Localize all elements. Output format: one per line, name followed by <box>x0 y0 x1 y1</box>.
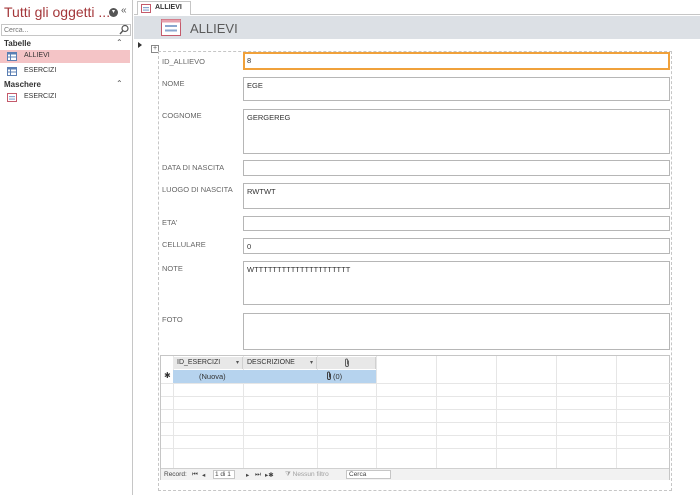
first-record-button[interactable]: ⏮ <box>192 471 198 479</box>
form-icon <box>141 4 151 13</box>
form-icon <box>161 19 181 36</box>
record-selector[interactable] <box>134 39 146 495</box>
nav-group-tabelle[interactable]: Tabelle ⌃ <box>0 38 133 50</box>
sort-dropdown-icon[interactable]: ▾ <box>310 357 313 369</box>
tab-label: ALLIEVI <box>155 4 182 11</box>
chevron-up-icon[interactable]: ⌃ <box>116 79 123 88</box>
dropdown-icon[interactable]: ▾ <box>109 8 118 17</box>
esercizi-subform[interactable]: ID_ESERCIZI ▾ DESCRIZIONE ▾ ✱ (Nuova) (0… <box>160 355 671 480</box>
navbar-search-input[interactable]: Cerca <box>346 470 391 479</box>
label-foto: FOTO <box>162 315 183 324</box>
column-header-label: ID_ESERCIZI <box>177 359 221 366</box>
current-record-field[interactable]: 1 di 1 <box>213 470 235 479</box>
field-cognome[interactable]: GERGEREG <box>243 109 670 154</box>
label-cellulare: CELLULARE <box>162 240 206 249</box>
nav-item-allievi[interactable]: ALLIEVI <box>0 50 130 63</box>
record-label: Record: <box>164 471 187 478</box>
search-icon[interactable] <box>117 23 131 37</box>
nav-group-label: Tabelle <box>4 39 31 48</box>
nav-item-label: ESERCIZI <box>24 93 57 100</box>
nav-group-label: Maschere <box>4 80 41 89</box>
access-window: Tutti gli oggetti ... ▾ « Tabelle ⌃ ALLI… <box>0 0 700 495</box>
filter-label: Nessun filtro <box>292 471 329 478</box>
last-record-button[interactable]: ⏭ <box>255 471 261 479</box>
nav-group-maschere[interactable]: Maschere ⌃ <box>0 79 133 91</box>
column-header-descrizione[interactable]: DESCRIZIONE ▾ <box>243 357 317 369</box>
nav-item-esercizi-form[interactable]: ESERCIZI <box>0 91 130 104</box>
nav-item-esercizi-table[interactable]: ESERCIZI <box>0 65 130 78</box>
label-data-di-nascita: DATA DI NASCITA <box>162 163 225 172</box>
new-record-label: (Nuova) <box>199 372 226 381</box>
label-nome: NOME <box>162 79 185 88</box>
form-icon <box>7 93 17 102</box>
tab-allievi[interactable]: ALLIEVI <box>137 1 191 15</box>
chevron-up-icon[interactable]: ⌃ <box>116 38 123 47</box>
form-title: ALLIEVI <box>190 21 238 36</box>
nav-search-input[interactable] <box>1 24 131 36</box>
current-record-arrow-icon <box>138 42 142 48</box>
field-eta[interactable] <box>243 216 670 231</box>
nav-item-label: ESERCIZI <box>24 67 57 74</box>
collapse-icon[interactable]: « <box>121 5 127 16</box>
table-icon <box>7 67 17 76</box>
paperclip-icon <box>345 358 349 367</box>
previous-record-button[interactable]: ◂ <box>202 471 205 479</box>
column-header-attachments[interactable] <box>317 357 376 369</box>
label-eta: ETA' <box>162 218 178 227</box>
document-tab-strip: ALLIEVI <box>134 0 700 15</box>
column-header-id-esercizi[interactable]: ID_ESERCIZI ▾ <box>173 357 243 369</box>
label-id-allievo: ID_ALLIEVO <box>162 57 205 66</box>
nav-title[interactable]: Tutti gli oggetti ... <box>4 4 110 20</box>
label-luogo-di-nascita: LUOGO DI NASCITA <box>162 185 233 194</box>
next-record-button[interactable]: ▸ <box>246 471 249 479</box>
field-cellulare[interactable]: 0 <box>243 238 670 254</box>
sort-dropdown-icon[interactable]: ▾ <box>236 357 239 369</box>
field-nome[interactable]: EGE <box>243 77 670 101</box>
field-note[interactable]: WTTTTTTTTTTTTTTTTTTTTT <box>243 261 670 305</box>
field-data-di-nascita[interactable] <box>243 160 670 176</box>
new-record-button[interactable]: ▸✱ <box>265 471 274 479</box>
new-record-star-icon: ✱ <box>164 371 171 380</box>
field-luogo-di-nascita[interactable]: RWTWT <box>243 183 670 209</box>
nav-header[interactable]: Tutti gli oggetti ... ▾ « <box>0 0 133 24</box>
paperclip-icon <box>327 371 331 380</box>
field-id-allievo[interactable]: 8 <box>243 52 670 70</box>
filter-icon: ⧩ <box>285 471 291 478</box>
field-foto[interactable] <box>243 313 670 350</box>
label-note: NOTE <box>162 264 183 273</box>
navigation-pane: Tutti gli oggetti ... ▾ « Tabelle ⌃ ALLI… <box>0 0 133 495</box>
table-icon <box>7 52 17 61</box>
column-header-label: DESCRIZIONE <box>247 359 295 366</box>
label-cognome: COGNOME <box>162 111 202 120</box>
attachment-count: (0) <box>333 372 343 381</box>
filter-status[interactable]: ⧩ Nessun filtro <box>285 471 329 479</box>
nav-item-label: ALLIEVI <box>24 52 50 59</box>
record-navigation-bar: Record: ⏮ ◂ 1 di 1 ▸ ⏭ ▸✱ ⧩ Nessun filtr… <box>161 468 669 480</box>
form-header: ALLIEVI <box>134 16 700 39</box>
